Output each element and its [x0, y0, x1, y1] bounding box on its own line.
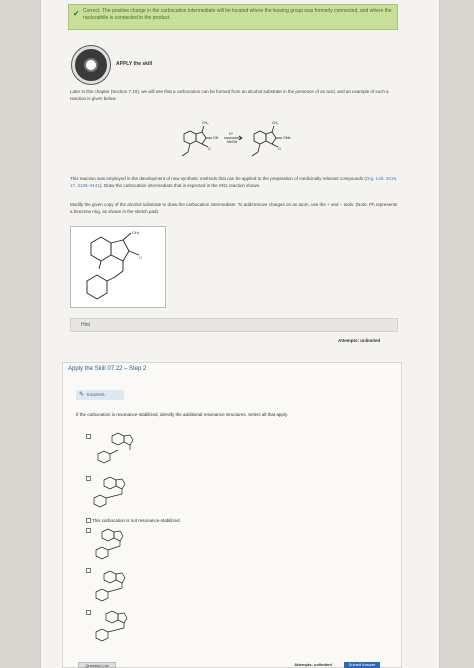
option-structure: [95, 528, 124, 560]
step-title: Apply the Skill 07.22 – Step 2: [68, 366, 147, 372]
reagent-label: H⁺: [229, 132, 234, 136]
substrate-ch3-label: CH₃: [202, 121, 209, 125]
reaction-scheme: CH₃ OH O H⁺ MeOH CH₃ OMe O: [181, 121, 291, 157]
incorrect-badge: ✎ Incorrect.: [76, 390, 124, 400]
option-structure: [95, 610, 128, 642]
sketch-ch3-label: CH₃: [132, 230, 140, 235]
intro-paragraph: Later in this chapter (Section 7.10), we…: [70, 89, 389, 101]
context-text-end: ). Draw the carbocation intermediate tha…: [100, 182, 261, 188]
target-icon: [72, 46, 110, 84]
incorrect-text: Incorrect.: [87, 392, 106, 397]
question-text: If the carbocation is resonance-stabiliz…: [76, 412, 289, 417]
nucleophile-label: MeOH: [227, 140, 238, 144]
attempts-bottom-label: Attempts: unlimited: [294, 662, 332, 667]
product-ch3-label: CH₃: [272, 121, 279, 125]
feedback-text: Correct. The positive charge in the carb…: [83, 8, 392, 21]
checkmark-icon: ✔: [73, 9, 80, 18]
context-text: This reaction was employed in the develo…: [70, 176, 366, 181]
sketch-o-label: O: [139, 255, 142, 260]
submit-answer-button[interactable]: Submit Answer: [344, 662, 380, 668]
option-checkbox[interactable]: [86, 518, 91, 523]
context-paragraph: This reaction was employed in the develo…: [70, 176, 400, 189]
option-label: This carbocation is not resonance-stabil…: [92, 518, 181, 523]
sketch-pad[interactable]: CH₃ O: [70, 226, 166, 308]
hint-button[interactable]: Hint: [70, 318, 398, 332]
option-structure: [97, 432, 134, 464]
correct-feedback-banner: ✔ Correct. The positive charge in the ca…: [68, 4, 398, 30]
option-structure: [95, 570, 126, 602]
product-ome-label: OMe: [283, 136, 291, 140]
substrate-oh-label: OH: [213, 136, 219, 140]
apply-skill-header: APPLY the skill: [72, 46, 192, 88]
instructions-paragraph: Modify the given copy of the alcohol sub…: [70, 202, 398, 214]
attempts-label: Attempts: unlimited: [338, 338, 381, 343]
option-structure: [93, 476, 126, 508]
apply-skill-label: APPLY the skill: [116, 61, 153, 67]
substrate-o-label: O: [208, 147, 211, 151]
pencil-icon: ✎: [79, 392, 85, 398]
question-list-button[interactable]: Question List: [78, 662, 116, 668]
substrate-drawing[interactable]: CH₃ O: [71, 227, 167, 309]
product-o-label: O: [278, 147, 281, 151]
